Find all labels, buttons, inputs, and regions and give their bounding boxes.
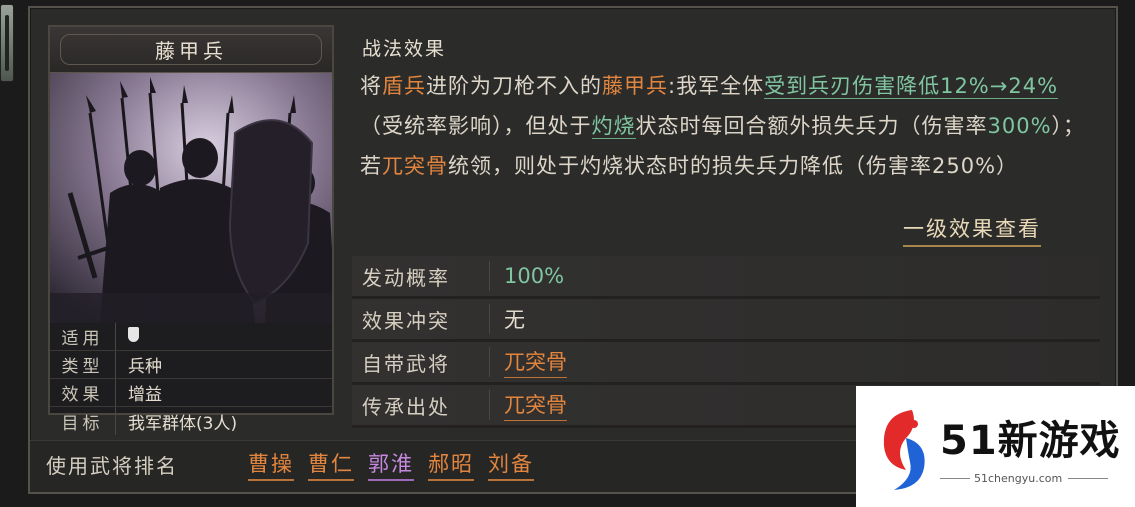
value-damage-rate: 300% xyxy=(987,114,1052,138)
info-value: 无 xyxy=(504,308,525,332)
attr-row-applicable: 适用 xyxy=(50,323,332,351)
general-link-wutugu[interactable]: 兀突骨 xyxy=(504,389,567,421)
attr-value: 增益 xyxy=(128,385,162,405)
effect-text-seg: 状态时每回合额外损失兵力（伤害率 xyxy=(635,114,988,138)
shield-icon xyxy=(128,326,139,342)
keyword-burning[interactable]: 灼烧 xyxy=(591,114,636,139)
ranking-general-link[interactable]: 曹仁 xyxy=(308,448,354,481)
card-title: 藤甲兵 xyxy=(155,39,227,63)
ranking-general-link[interactable]: 郝昭 xyxy=(428,448,474,481)
attr-value: 我军群体(3人) xyxy=(128,413,238,434)
tactic-card: 藤甲兵 适用 类型 兵种 效果 增益 目标 我军群体(3人) xyxy=(48,25,334,435)
rattan-armor-soldiers-illustration xyxy=(50,73,332,323)
ranking-general-link[interactable]: 曹操 xyxy=(248,448,294,481)
keyword-rattan-troops[interactable]: 藤甲兵 xyxy=(602,74,668,98)
info-key: 传承出处 xyxy=(352,390,490,420)
effect-text-seg: 进阶为刀枪不入的 xyxy=(426,74,602,98)
attr-key: 效果 xyxy=(50,379,116,406)
card-attributes: 适用 类型 兵种 效果 增益 目标 我军群体(3人) xyxy=(50,323,332,435)
value-reduction-range[interactable]: 12%→24% xyxy=(940,74,1059,99)
attr-key: 适用 xyxy=(50,323,116,350)
info-key: 发动概率 xyxy=(352,261,490,291)
attr-key: 类型 xyxy=(50,351,116,378)
info-row-native-general: 自带武将 兀突骨 xyxy=(352,342,1100,385)
divider xyxy=(1068,478,1108,479)
attr-row-effect: 效果 增益 xyxy=(50,379,332,407)
keyword-weapon-damage-reduction[interactable]: 受到兵刃伤害降低 xyxy=(764,74,941,99)
info-key: 自带武将 xyxy=(352,347,490,377)
keyword-shield-troops[interactable]: 盾兵 xyxy=(382,74,426,98)
scrollbar-handle[interactable] xyxy=(0,4,14,82)
general-link-wutugu[interactable]: 兀突骨 xyxy=(504,346,567,378)
effect-description: 将盾兵进阶为刀枪不入的藤甲兵:我军全体受到兵刃伤害降低12%→24% （受统率影响… xyxy=(360,66,1090,186)
ranking-label: 使用武将排名 xyxy=(46,454,178,478)
site-logo-icon xyxy=(883,410,925,490)
view-level1-effect-button[interactable]: 一级效果查看 xyxy=(903,213,1041,247)
watermark-url: 51chengyu.com xyxy=(974,472,1063,485)
effect-text-seg: :我军全体 xyxy=(668,74,765,98)
card-title-bar: 藤甲兵 xyxy=(50,27,332,73)
ranking-general-link[interactable]: 刘备 xyxy=(488,448,534,481)
effect-title: 战法效果 xyxy=(362,38,447,60)
attr-row-type: 类型 兵种 xyxy=(50,351,332,379)
attr-value: 兵种 xyxy=(128,357,162,377)
attr-key: 目标 xyxy=(50,407,116,435)
text-fade-overlay xyxy=(360,174,1090,204)
info-value: 100% xyxy=(504,264,565,288)
effect-text-seg: （受统率影响），但处于 xyxy=(360,114,592,138)
attr-value xyxy=(116,326,139,347)
ranking-list: 曹操 曹仁 郭淮 郝昭 刘备 xyxy=(248,448,534,481)
effect-description-scroll[interactable]: 将盾兵进阶为刀枪不入的藤甲兵:我军全体受到兵刃伤害降低12%→24% （受统率影响… xyxy=(360,66,1090,204)
info-row-conflict: 效果冲突 无 xyxy=(352,299,1100,342)
ranking-general-link[interactable]: 郭淮 xyxy=(368,448,414,481)
info-key: 效果冲突 xyxy=(352,304,490,334)
watermark-text: 51新游戏 xyxy=(940,418,1121,464)
attr-row-target: 目标 我军群体(3人) xyxy=(50,407,332,435)
divider xyxy=(940,478,970,479)
effect-text-seg: 将 xyxy=(360,74,382,98)
info-row-trigger-rate: 发动概率 100% xyxy=(352,256,1100,299)
site-watermark: 51新游戏 51chengyu.com xyxy=(856,386,1135,507)
